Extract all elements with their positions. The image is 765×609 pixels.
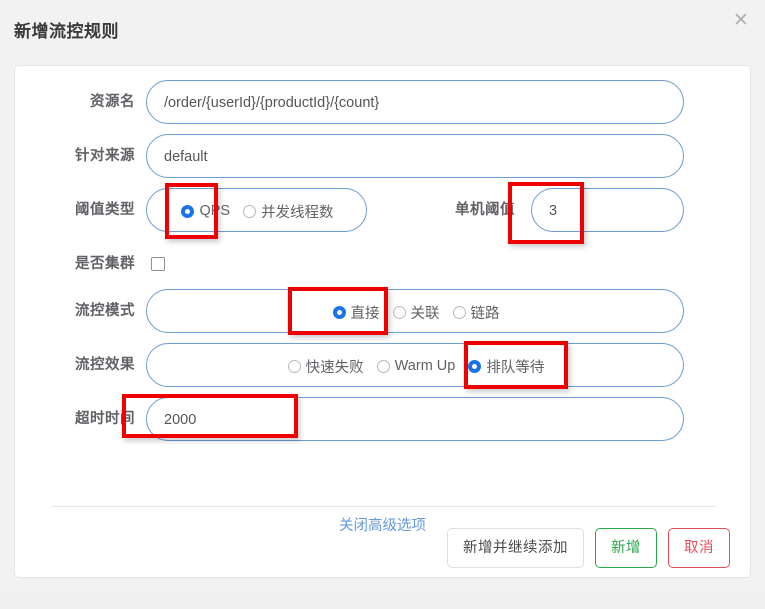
radio-threshold-qps[interactable]: QPS bbox=[181, 203, 230, 219]
radio-flow-mode-chain[interactable]: 链路 bbox=[452, 302, 500, 323]
is-cluster-checkbox-wrap bbox=[151, 242, 191, 286]
radio-flow-effect-queue[interactable]: 排队等待 bbox=[468, 356, 544, 377]
single-threshold-input[interactable]: 3 bbox=[531, 188, 684, 232]
form-row-flow-mode: 流控模式 直接 关联 链路 bbox=[15, 289, 750, 333]
radio-label: 快速失败 bbox=[305, 359, 364, 376]
flow-effect-group-box: 快速失败 Warm Up 排队等待 bbox=[146, 343, 684, 387]
origin-value: default bbox=[164, 149, 208, 165]
threshold-type-group-box: QPS 并发线程数 bbox=[146, 188, 367, 232]
radio-dot-icon bbox=[468, 359, 482, 373]
radio-dot-icon bbox=[392, 305, 406, 319]
is-cluster-checkbox[interactable] bbox=[151, 257, 165, 271]
form-card: 资源名 /order/{userId}/{productId}/{count} … bbox=[14, 65, 751, 578]
form-row-threshold: 阈值类型 QPS 并发线程数 单机阈值 3 bbox=[15, 188, 750, 232]
form-row-resource-name: 资源名 /order/{userId}/{productId}/{count} bbox=[15, 80, 750, 124]
origin-input[interactable]: default bbox=[146, 134, 684, 178]
cancel-button[interactable]: 取消 bbox=[668, 528, 730, 568]
label-flow-mode: 流控模式 bbox=[75, 303, 135, 319]
label-timeout: 超时时间 bbox=[75, 411, 135, 427]
radio-label: Warm Up bbox=[394, 358, 456, 374]
footer-buttons: 新增并继续添加 新增 取消 bbox=[447, 528, 730, 568]
single-threshold-value: 3 bbox=[549, 203, 558, 219]
dialog-header: 新增流控规则 ✕ bbox=[0, 0, 765, 58]
radio-flow-effect-fail-fast[interactable]: 快速失败 bbox=[287, 356, 364, 377]
form-row-flow-effect: 流控效果 快速失败 Warm Up 排队等待 bbox=[15, 343, 750, 387]
label-flow-effect: 流控效果 bbox=[75, 357, 135, 373]
radio-dot-icon bbox=[376, 359, 390, 373]
flow-rule-dialog: 新增流控规则 ✕ 资源名 /order/{userId}/{productId}… bbox=[0, 0, 765, 592]
radio-label: 关联 bbox=[410, 305, 440, 322]
radio-label: 并发线程数 bbox=[261, 204, 334, 221]
radio-dot-icon bbox=[332, 305, 346, 319]
flow-mode-group-box: 直接 关联 链路 bbox=[146, 289, 684, 333]
radio-flow-mode-associate[interactable]: 关联 bbox=[392, 302, 440, 323]
form-row-origin: 针对来源 default bbox=[15, 134, 750, 178]
radio-flow-mode-direct[interactable]: 直接 bbox=[332, 302, 380, 323]
flow-mode-radio-group: 直接 关联 链路 bbox=[147, 290, 685, 334]
radio-flow-effect-warm-up[interactable]: Warm Up bbox=[376, 358, 456, 374]
radio-label: 链路 bbox=[470, 305, 500, 322]
label-origin: 针对来源 bbox=[75, 148, 135, 164]
add-button[interactable]: 新增 bbox=[595, 528, 657, 568]
timeout-input[interactable]: 2000 bbox=[146, 397, 684, 441]
label-single-threshold: 单机阈值 bbox=[455, 202, 515, 218]
add-and-continue-button[interactable]: 新增并继续添加 bbox=[447, 528, 584, 568]
close-icon[interactable]: ✕ bbox=[729, 8, 753, 32]
radio-dot-icon bbox=[243, 204, 257, 218]
label-threshold-type: 阈值类型 bbox=[75, 202, 135, 218]
radio-label: QPS bbox=[199, 203, 231, 219]
footer-divider bbox=[51, 506, 716, 507]
radio-dot-icon bbox=[287, 359, 301, 373]
radio-label: 直接 bbox=[350, 305, 380, 322]
label-is-cluster: 是否集群 bbox=[75, 256, 135, 272]
resource-name-input[interactable]: /order/{userId}/{productId}/{count} bbox=[146, 80, 684, 124]
page-title: 新增流控规则 bbox=[14, 22, 119, 41]
radio-threshold-threads[interactable]: 并发线程数 bbox=[243, 201, 334, 222]
label-resource-name: 资源名 bbox=[90, 94, 135, 110]
form-row-is-cluster: 是否集群 bbox=[15, 242, 750, 286]
radio-label: 排队等待 bbox=[486, 359, 545, 376]
resource-name-value: /order/{userId}/{productId}/{count} bbox=[164, 95, 380, 111]
form-row-timeout: 超时时间 2000 bbox=[15, 397, 750, 441]
radio-dot-icon bbox=[452, 305, 466, 319]
threshold-type-radio-group: QPS 并发线程数 bbox=[147, 189, 368, 233]
flow-effect-radio-group: 快速失败 Warm Up 排队等待 bbox=[147, 344, 685, 388]
radio-dot-icon bbox=[181, 204, 195, 218]
timeout-value: 2000 bbox=[164, 412, 197, 428]
